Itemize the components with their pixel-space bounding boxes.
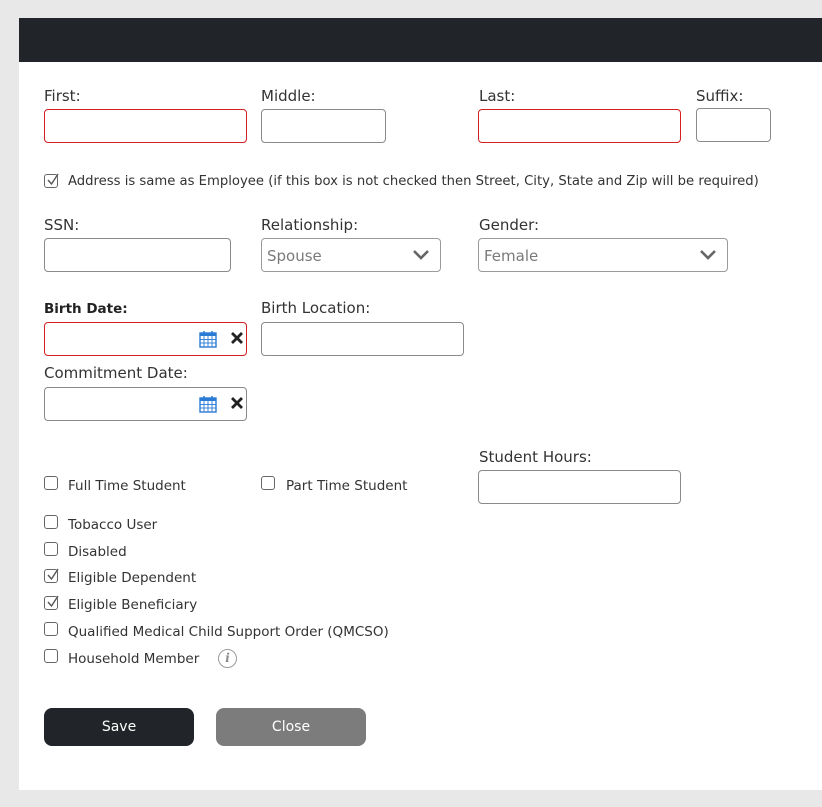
suffix-label: Suffix: — [696, 87, 744, 105]
checkmark-icon — [47, 173, 59, 186]
household-member-label: Household Member — [68, 651, 200, 667]
first-name-label: First: — [44, 87, 81, 105]
birth-location-input[interactable] — [261, 322, 464, 356]
chevron-down-icon — [700, 250, 716, 260]
tobacco-user-label: Tobacco User — [68, 517, 158, 533]
qmcso-label: Qualified Medical Child Support Order (Q… — [68, 624, 389, 640]
first-name-input[interactable] — [44, 109, 247, 143]
student-hours-input[interactable] — [478, 470, 681, 504]
commitment-date-label: Commitment Date: — [44, 364, 188, 382]
birth-location-label: Birth Location: — [261, 299, 371, 317]
middle-name-label: Middle: — [261, 87, 316, 105]
checkmark-icon — [47, 595, 59, 608]
middle-name-input[interactable] — [261, 109, 386, 143]
disabled-label: Disabled — [68, 544, 127, 560]
address-same-checkbox[interactable] — [44, 173, 59, 188]
last-name-input[interactable] — [478, 109, 681, 143]
eligible-dependent-checkbox[interactable] — [44, 568, 59, 583]
tobacco-user-checkbox[interactable] — [44, 515, 58, 529]
calendar-icon[interactable] — [199, 331, 217, 348]
info-icon[interactable]: i — [218, 649, 237, 668]
dialog-title-bar — [19, 18, 822, 62]
gender-select[interactable]: Female — [478, 238, 728, 272]
chevron-down-icon — [413, 250, 429, 260]
clear-date-icon[interactable] — [230, 331, 244, 345]
full-time-student-label: Full Time Student — [68, 478, 186, 494]
ssn-input[interactable] — [44, 238, 231, 272]
part-time-student-checkbox[interactable] — [261, 476, 275, 490]
save-button[interactable]: Save — [44, 708, 194, 746]
qmcso-checkbox[interactable] — [44, 622, 58, 636]
gender-selected-value: Female — [484, 247, 539, 265]
address-same-label: Address is same as Employee (if this box… — [68, 174, 759, 189]
gender-label: Gender: — [479, 216, 540, 234]
relationship-label: Relationship: — [261, 216, 359, 234]
eligible-beneficiary-label: Eligible Beneficiary — [68, 597, 198, 613]
birth-date-label: Birth Date: — [44, 301, 128, 317]
eligible-dependent-label: Eligible Dependent — [68, 570, 197, 586]
student-hours-label: Student Hours: — [479, 448, 592, 466]
part-time-student-label: Part Time Student — [286, 478, 408, 494]
birth-date-input[interactable] — [44, 322, 247, 356]
household-member-checkbox[interactable] — [44, 649, 58, 663]
ssn-label: SSN: — [44, 216, 80, 234]
commitment-date-input[interactable] — [44, 387, 247, 421]
suffix-input[interactable] — [696, 108, 771, 142]
relationship-selected-value: Spouse — [267, 247, 322, 265]
full-time-student-checkbox[interactable] — [44, 476, 58, 490]
eligible-beneficiary-checkbox[interactable] — [44, 595, 59, 610]
disabled-checkbox[interactable] — [44, 542, 58, 556]
checkmark-icon — [47, 568, 59, 581]
last-name-label: Last: — [479, 87, 516, 105]
relationship-select[interactable]: Spouse — [261, 238, 441, 272]
close-button[interactable]: Close — [216, 708, 366, 746]
calendar-icon[interactable] — [199, 396, 217, 413]
clear-date-icon[interactable] — [230, 396, 244, 410]
